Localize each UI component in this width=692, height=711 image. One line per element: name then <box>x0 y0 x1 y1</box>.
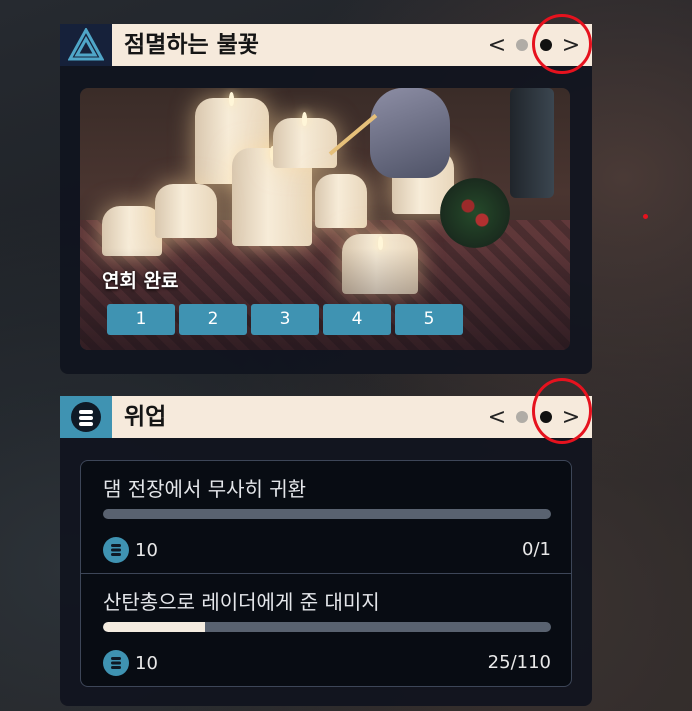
blaze-panel: 점멸하는 불꽃 < > 연회 완료 1 2 3 4 5 <box>60 24 592 374</box>
triangle-emblem-icon <box>60 24 112 66</box>
task-row: 댐 전장에서 무사히 귀환 10 0/1 <box>81 461 571 573</box>
task-name: 댐 전장에서 무사히 귀환 <box>103 477 307 501</box>
task-reward: 10 <box>103 650 158 676</box>
task-count: 0/1 <box>522 539 551 560</box>
feat-panel-body: 댐 전장에서 무사히 귀환 10 0/1 산탄총으로 레이더에게 준 대미지 1… <box>60 438 592 706</box>
step-button-1[interactable]: 1 <box>107 304 175 335</box>
step-button-4[interactable]: 4 <box>323 304 391 335</box>
step-button-2[interactable]: 2 <box>179 304 247 335</box>
page-dot-1[interactable] <box>516 411 528 423</box>
chevron-left-icon[interactable]: < <box>484 405 510 430</box>
feat-panel: 위업 < > 댐 전장에서 무사히 귀환 10 0/1 산탄총으로 레이더에게 … <box>60 396 592 706</box>
bottle <box>510 88 554 198</box>
task-name: 산탄총으로 레이더에게 준 대미지 <box>103 590 380 614</box>
task-reward: 10 <box>103 537 158 563</box>
holly-berries <box>440 178 510 248</box>
flame <box>302 112 307 126</box>
annotation-circle <box>532 14 592 74</box>
reward-amount: 10 <box>135 539 158 561</box>
task-count: 25/110 <box>487 652 551 673</box>
task-progress-fill <box>103 622 205 632</box>
event-complete-label: 연회 완료 <box>102 270 179 292</box>
blaze-panel-header: 점멸하는 불꽃 < > <box>60 24 592 66</box>
coin-icon <box>103 537 129 563</box>
feat-panel-header: 위업 < > <box>60 396 592 438</box>
task-progress-bar <box>103 622 551 632</box>
chevron-left-icon[interactable]: < <box>484 33 510 58</box>
candle <box>315 174 367 228</box>
step-button-3[interactable]: 3 <box>251 304 319 335</box>
feat-panel-title: 위업 <box>124 404 167 430</box>
reward-amount: 10 <box>135 652 158 674</box>
page-dot-1[interactable] <box>516 39 528 51</box>
blaze-panel-body: 연회 완료 1 2 3 4 5 <box>60 66 592 374</box>
candles-image: 연회 완료 1 2 3 4 5 <box>80 88 570 350</box>
annotation-circle <box>532 378 592 444</box>
task-row: 산탄총으로 레이더에게 준 대미지 10 25/110 <box>81 573 571 686</box>
coin-icon <box>103 650 129 676</box>
coin-emblem-icon <box>60 396 112 438</box>
blaze-panel-title: 점멸하는 불꽃 <box>124 32 259 58</box>
task-progress-bar <box>103 509 551 519</box>
step-buttons: 1 2 3 4 5 <box>107 304 463 335</box>
step-button-5[interactable]: 5 <box>395 304 463 335</box>
flame <box>229 92 234 106</box>
annotation-dot <box>643 214 648 219</box>
candle <box>155 184 217 238</box>
task-list: 댐 전장에서 무사히 귀환 10 0/1 산탄총으로 레이더에게 준 대미지 1… <box>80 460 572 687</box>
gloved-hand <box>370 88 450 178</box>
